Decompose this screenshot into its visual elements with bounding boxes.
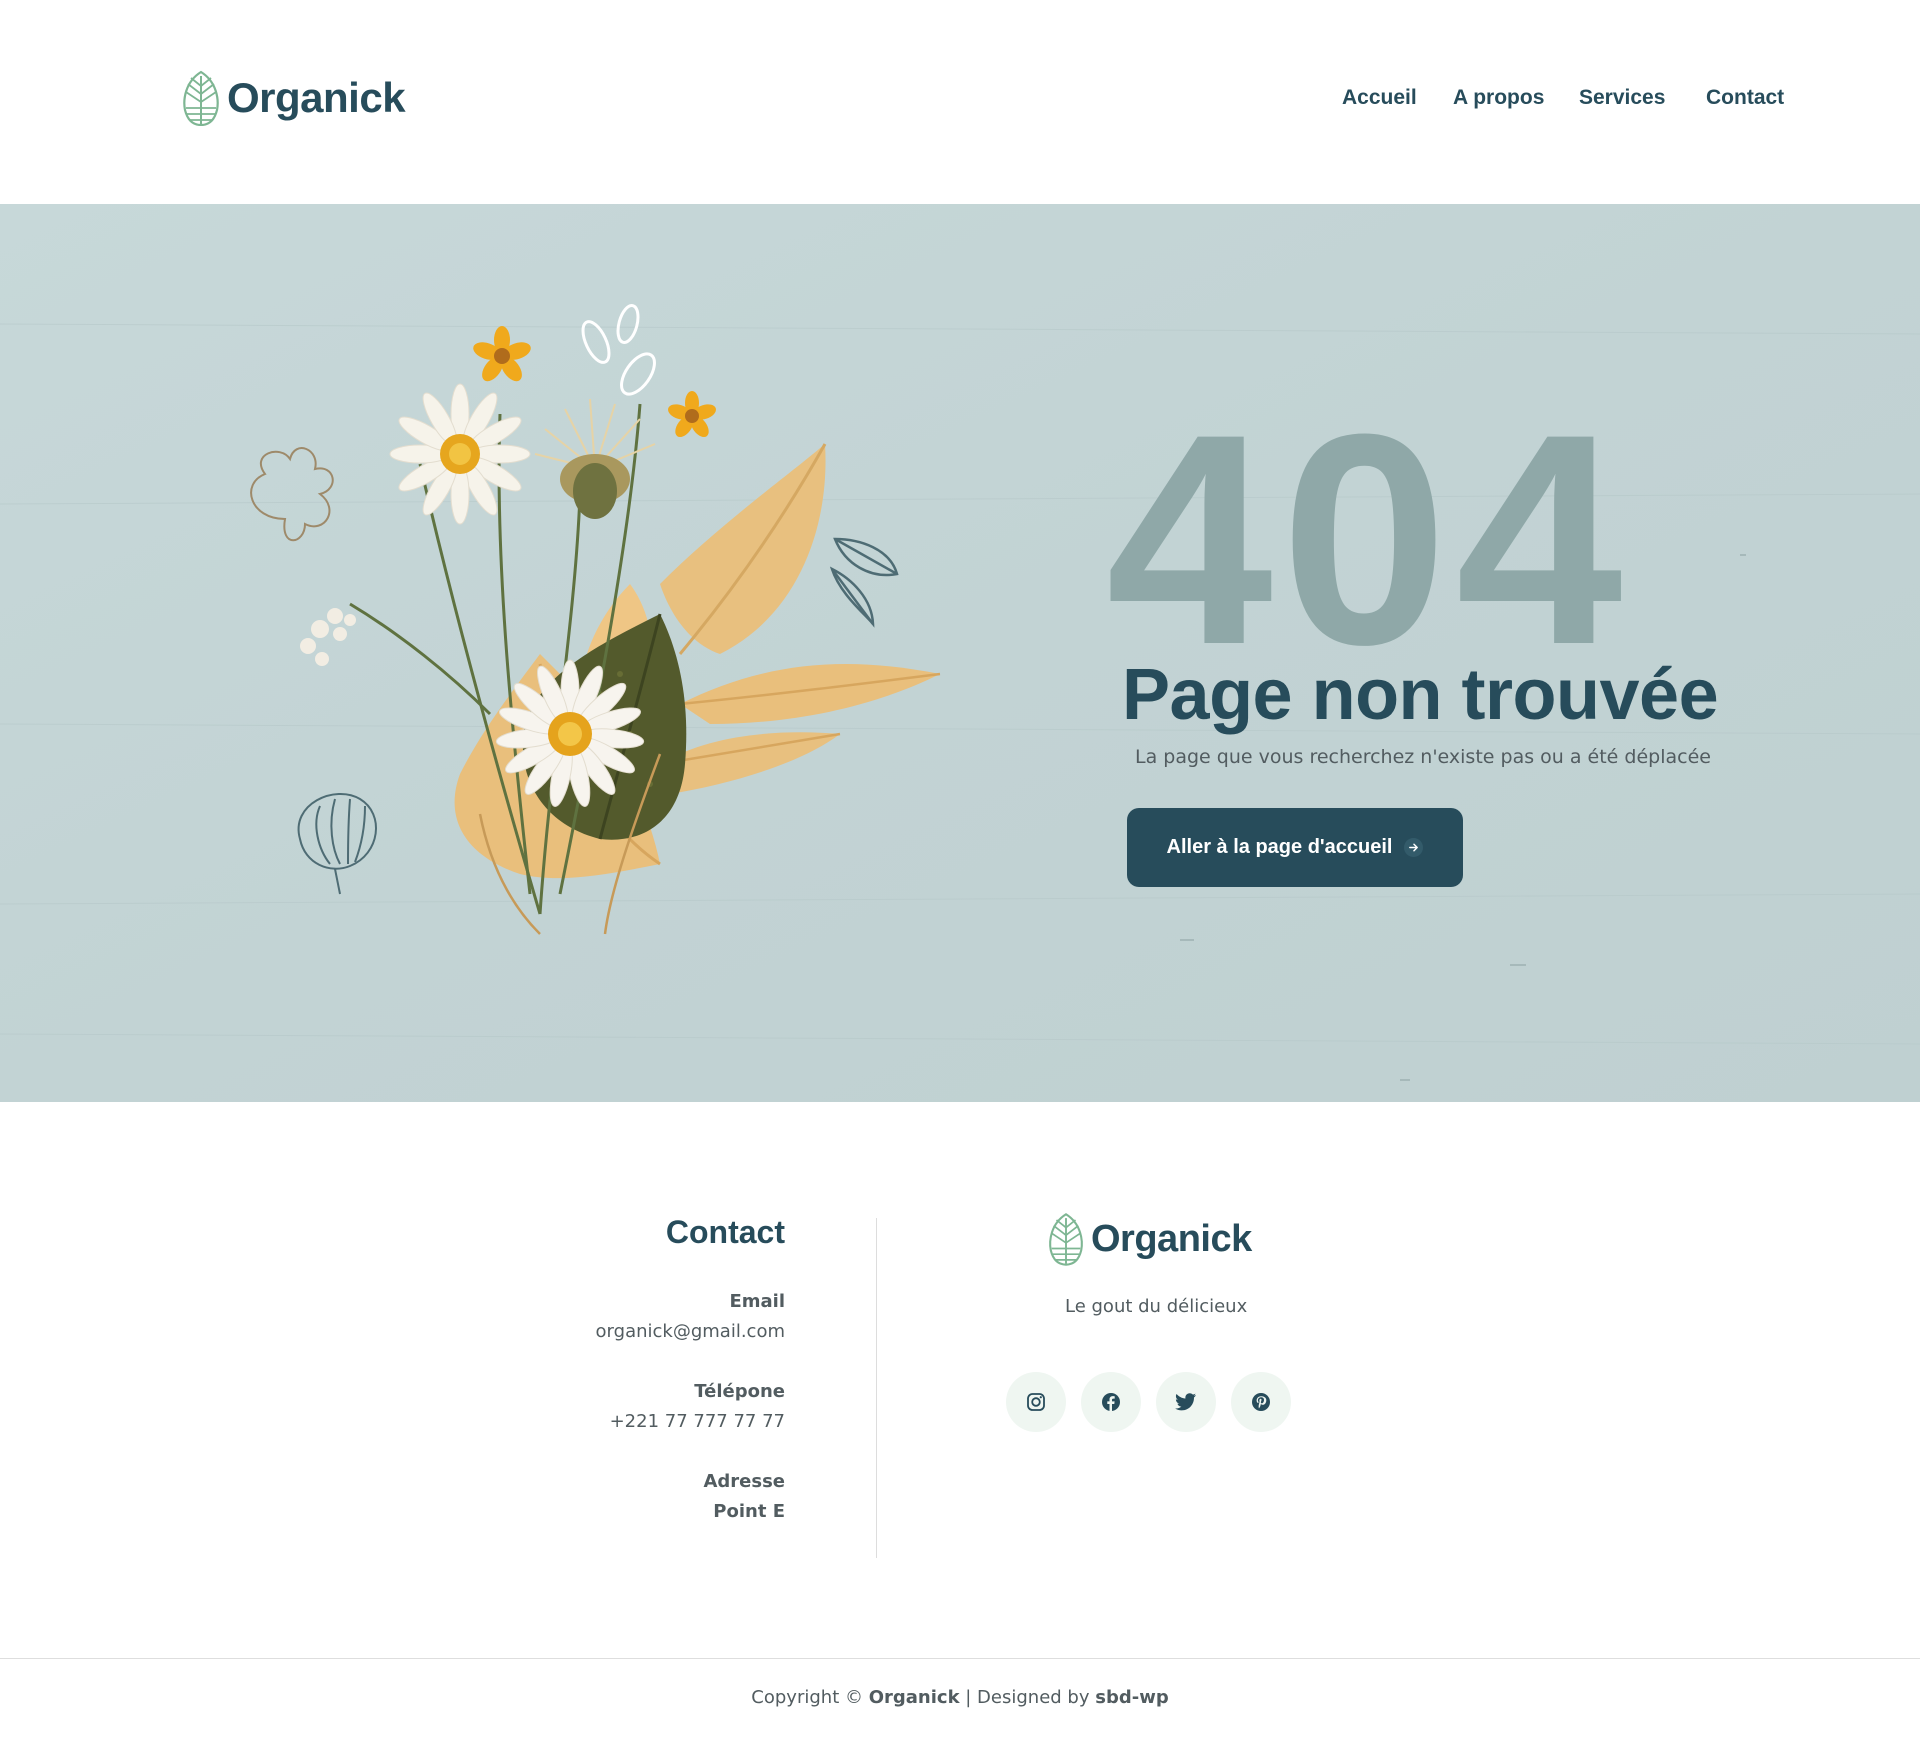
footer-logo[interactable]: Organick — [1047, 1212, 1252, 1266]
footer-contact: Contact Email organick@gmail.com Télépon… — [485, 1214, 785, 1557]
phone-value[interactable]: +221 77 777 77 77 — [485, 1407, 785, 1437]
flower-bouquet-illustration — [250, 304, 941, 935]
hero-section: 404 Page non trouvée La page que vous re… — [0, 204, 1920, 1102]
copyright-designer[interactable]: sbd-wp — [1095, 1687, 1168, 1708]
social-links — [1006, 1372, 1291, 1432]
page-subtitle: La page que vous recherchez n'existe pas… — [1135, 746, 1711, 768]
main-nav: Accueil A propos Services Contact — [0, 86, 1920, 116]
arrow-right-icon — [1404, 838, 1424, 857]
page-title: Page non trouvée — [1122, 655, 1719, 735]
twitter-link[interactable] — [1156, 1372, 1216, 1432]
twitter-icon — [1175, 1393, 1197, 1411]
site-header: Organick Accueil A propos Services Conta… — [0, 0, 1920, 204]
pinterest-link[interactable] — [1231, 1372, 1291, 1432]
logo-text: Organick — [1091, 1217, 1252, 1260]
facebook-icon — [1102, 1393, 1120, 1411]
site-footer: Contact Email organick@gmail.com Télépon… — [0, 1102, 1920, 1660]
address-value: Point E — [713, 1501, 785, 1522]
instagram-icon — [1027, 1393, 1045, 1411]
nav-item-accueil[interactable]: Accueil — [1342, 86, 1417, 110]
address-label: Adresse — [703, 1471, 785, 1492]
leaf-icon — [1049, 1213, 1083, 1266]
nav-item-services[interactable]: Services — [1579, 86, 1665, 110]
email-value[interactable]: organick@gmail.com — [485, 1317, 785, 1347]
copyright-brand: Organick — [868, 1687, 960, 1708]
nav-item-contact[interactable]: Contact — [1706, 86, 1784, 110]
copyright-middle: | Designed by — [959, 1687, 1096, 1708]
email-label: Email — [729, 1291, 785, 1312]
pinterest-icon — [1252, 1393, 1270, 1411]
facebook-link[interactable] — [1081, 1372, 1141, 1432]
go-home-button[interactable]: Aller à la page d'accueil — [1127, 808, 1463, 887]
copyright-bar: Copyright © Organick | Designed by sbd-w… — [0, 1658, 1920, 1746]
instagram-link[interactable] — [1006, 1372, 1066, 1432]
error-code: 404 — [1106, 371, 1631, 707]
footer-tagline: Le gout du délicieux — [1065, 1296, 1248, 1317]
go-home-button-label: Aller à la page d'accueil — [1166, 836, 1393, 858]
copyright-prefix: Copyright © — [751, 1687, 869, 1708]
footer-contact-title: Contact — [665, 1214, 785, 1250]
phone-label: Télépone — [694, 1381, 785, 1402]
footer-divider — [876, 1218, 877, 1558]
copyright-text: Copyright © Organick | Designed by sbd-w… — [0, 1687, 1920, 1708]
nav-item-a-propos[interactable]: A propos — [1453, 86, 1544, 110]
